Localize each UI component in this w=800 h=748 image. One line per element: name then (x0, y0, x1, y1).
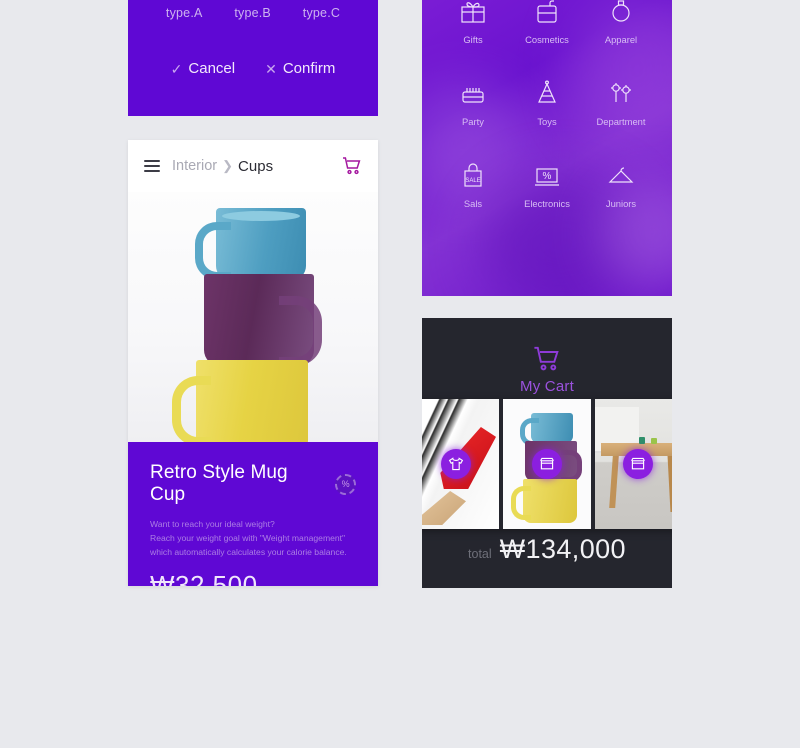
category-grid-panel: Gifts Cosmetics Apparel Party Toys Depar… (422, 0, 672, 296)
cart-icon[interactable] (342, 157, 362, 175)
birthday-cake-icon (458, 72, 488, 114)
category-item-party[interactable]: Party (436, 72, 510, 146)
handbag-icon (606, 0, 636, 32)
check-icon: ✓ (170, 60, 183, 77)
store-icon[interactable] (531, 449, 562, 479)
category-label: Apparel (604, 34, 638, 45)
clothes-hanger-icon (606, 154, 636, 196)
description-line-3: which automatically calculates your calo… (150, 547, 347, 558)
category-item-juniors[interactable]: Juniors (584, 154, 658, 228)
product-title-row: Retro Style Mug Cup % (150, 462, 356, 506)
cart-total-label: total (468, 547, 492, 561)
breadcrumb-current: Cups (238, 157, 274, 175)
cart-total: total ₩134,000 (422, 534, 672, 565)
gift-icon (458, 0, 488, 32)
mug-yellow (511, 479, 578, 523)
cart-panel: My Cart total ₩134,000 (422, 318, 672, 588)
product-price: ₩32,500 (150, 569, 258, 586)
category-item-apparel[interactable]: Apparel (584, 0, 658, 64)
product-info: Retro Style Mug Cup % Want to reach your… (128, 442, 378, 586)
svg-text:%: % (543, 171, 552, 182)
cart-total-value: ₩134,000 (499, 534, 626, 564)
mug-yellow (172, 360, 308, 442)
category-label: Sals (463, 198, 483, 209)
confirm-button[interactable]: ✕ Confirm (265, 60, 335, 77)
mug-blue (195, 208, 306, 280)
confirm-button-label: Confirm (282, 60, 336, 77)
type-selector-panel: type.A type.B type.C ✓ Cancel ✕ Confirm (128, 0, 378, 116)
product-header: Interior ❯ Cups (128, 140, 378, 192)
toy-tree-icon (532, 72, 562, 114)
category-label: Electronics (524, 198, 570, 209)
table-leg (667, 456, 672, 512)
percent-screen-icon: % (532, 154, 562, 196)
category-label: Toys (537, 116, 557, 127)
category-label: Gifts (463, 34, 483, 45)
cart-item[interactable] (594, 399, 672, 529)
cosmetics-jar-icon (532, 0, 562, 32)
shopping-cart-icon[interactable] (533, 346, 561, 372)
dialog-actions: ✓ Cancel ✕ Confirm (128, 60, 378, 77)
cart-item[interactable] (503, 399, 591, 529)
category-grid: Gifts Cosmetics Apparel Party Toys Depar… (422, 0, 672, 228)
sale-bag-icon: SALE (458, 154, 488, 196)
type-tabs: type.A type.B type.C (128, 0, 378, 26)
cancel-button-label: Cancel (188, 60, 236, 77)
description-line-2: Reach your weight goal with "Weight mana… (150, 533, 346, 544)
svg-text:SALE: SALE (465, 178, 480, 184)
tab-type-b[interactable]: type.B (234, 6, 271, 20)
mug-blue (520, 413, 574, 446)
category-item-cosmetics[interactable]: Cosmetics (510, 0, 584, 64)
category-item-sals[interactable]: SALE Sals (436, 154, 510, 228)
breadcrumb-parent[interactable]: Interior (172, 158, 217, 174)
category-item-toys[interactable]: Toys (510, 72, 584, 146)
category-label: Juniors (605, 198, 637, 209)
category-item-electronics[interactable]: % Electronics (510, 154, 584, 228)
close-icon: ✕ (265, 60, 277, 77)
product-detail-panel: Interior ❯ Cups Retro Style Mug Cup % Wa… (128, 140, 378, 586)
cart-header: My Cart (422, 318, 672, 395)
table-decor (650, 438, 657, 444)
store-icon[interactable] (623, 449, 654, 479)
cancel-button[interactable]: ✓ Cancel (171, 60, 235, 77)
cart-item[interactable] (422, 399, 500, 529)
cart-item-strip (422, 399, 672, 529)
chevron-right-icon: ❯ (222, 158, 234, 173)
category-label: Party (462, 116, 484, 127)
category-item-gifts[interactable]: Gifts (436, 0, 510, 64)
discount-seal-icon: % (335, 473, 356, 495)
category-label: Department (596, 116, 646, 127)
tab-type-a[interactable]: type.A (166, 6, 203, 20)
mug-purple (204, 274, 322, 366)
category-item-department[interactable]: Department (584, 72, 658, 146)
table-leg (608, 456, 619, 508)
flowers-icon (606, 72, 636, 114)
page-title: Retro Style Mug Cup (150, 462, 288, 505)
category-label: Cosmetics (525, 34, 569, 45)
tab-type-c[interactable]: type.C (303, 6, 340, 20)
tshirt-icon[interactable] (440, 449, 471, 479)
hamburger-icon[interactable] (144, 160, 160, 172)
product-description: Want to reach your ideal weight? Reach y… (150, 517, 356, 560)
cart-title: My Cart (520, 378, 574, 395)
description-line-1: Want to reach your ideal weight? (150, 519, 275, 529)
table-decor (638, 437, 645, 444)
product-image (128, 192, 378, 442)
